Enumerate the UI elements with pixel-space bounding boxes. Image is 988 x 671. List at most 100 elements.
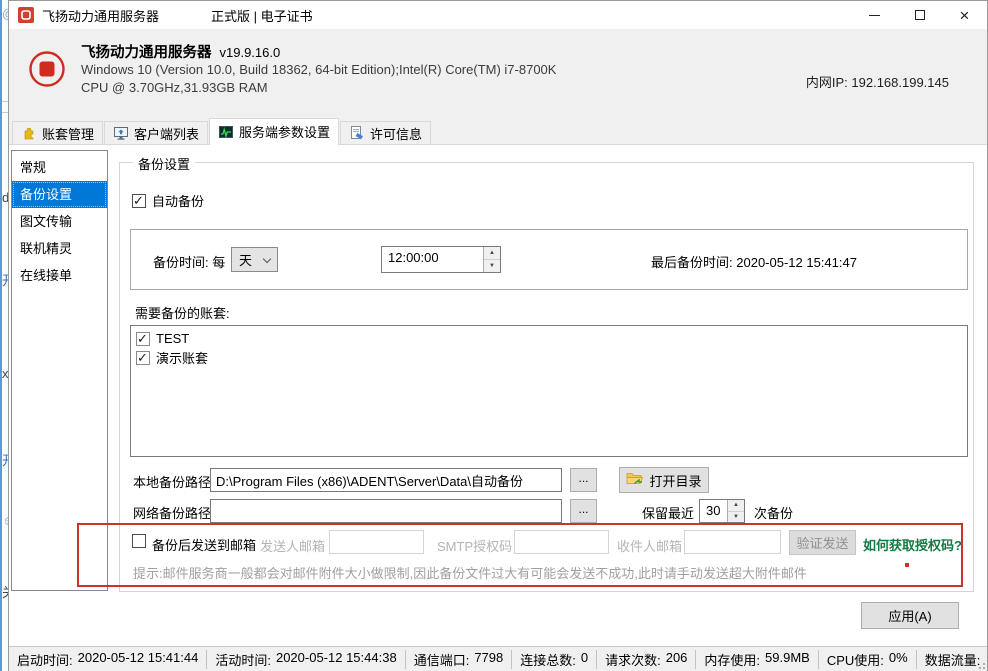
status-connections: 连接总数: 0 (512, 650, 597, 669)
local-path-label: 本地备份路径 (133, 472, 211, 491)
receiver-email-label: 收件人邮箱 (617, 536, 682, 555)
sidebar-item-online-orders[interactable]: 在线接单 (12, 262, 107, 289)
open-directory-button[interactable]: 打开目录 (619, 467, 709, 493)
maximize-button[interactable] (897, 1, 942, 29)
app-version: v19.9.16.0 (220, 45, 281, 60)
tab-label: 服务端参数设置 (239, 122, 330, 141)
sender-email-input[interactable] (329, 530, 424, 554)
keep-recent-label: 保留最近 (642, 503, 694, 522)
spin-down-icon[interactable]: ▼ (484, 260, 500, 272)
window-controls: × (852, 1, 987, 29)
title-bar: 飞扬动力通用服务器 正式版 | 电子证书 × (9, 1, 987, 29)
backup-time-label: 备份时间: 每 (153, 252, 225, 271)
last-backup-label: 最后备份时间: (651, 255, 733, 270)
last-backup-time: 最后备份时间: 2020-05-12 15:41:47 (651, 252, 857, 271)
accounts-to-backup-label: 需要备份的账套: (135, 303, 230, 322)
period-selected-value: 天 (239, 250, 252, 269)
backup-settings-group: 备份设置 自动备份 备份时间: 每 天 12:00:00 ▲ ▼ (119, 162, 974, 592)
tab-client-list[interactable]: 客户端列表 (104, 121, 208, 144)
send-email-label: 备份后发送到邮箱 (152, 535, 256, 554)
settings-category-list: 常规 备份设置 图文传输 联机精灵 在线接单 (11, 150, 108, 591)
spin-down-icon[interactable]: ▼ (728, 512, 744, 523)
status-active-time: 活动时间: 2020-05-12 15:44:38 (207, 650, 405, 669)
verify-send-button[interactable]: 验证发送 (789, 530, 856, 555)
auto-backup-row: 自动备份 (132, 191, 204, 210)
minimize-icon (869, 15, 880, 16)
status-value: ↑193.2 (985, 650, 987, 669)
sidebar-item-general[interactable]: 常规 (12, 154, 107, 181)
status-memory: 内存使用: 59.9MB (696, 650, 818, 669)
app-name: 飞扬动力通用服务器 (81, 45, 212, 61)
background-window-sliver: @ d 开 x 开 ☺ 关 (0, 0, 8, 671)
smtp-code-input[interactable] (514, 530, 609, 554)
status-label: 启动时间: (17, 650, 73, 669)
receiver-email-input[interactable] (684, 530, 781, 554)
keep-count-input[interactable]: 30 ▲ ▼ (699, 499, 745, 523)
tab-label: 账套管理 (42, 124, 94, 143)
group-title: 备份设置 (133, 154, 195, 173)
get-auth-code-link[interactable]: 如何获取授权码? (863, 535, 962, 554)
account-checkbox[interactable] (136, 351, 150, 365)
keep-count-value: 30 (700, 500, 727, 522)
tab-bar: 账套管理 客户端列表 服务端参数设置 许可信息 (12, 117, 432, 144)
minimize-button[interactable] (852, 1, 897, 29)
tab-label: 客户端列表 (134, 124, 199, 143)
close-icon: × (960, 7, 970, 24)
app-name-heading: 飞扬动力通用服务器 v19.9.16.0 (81, 41, 280, 62)
resize-grip[interactable] (983, 667, 985, 669)
folder-open-icon (626, 471, 644, 489)
backup-time-input[interactable]: 12:00:00 ▲ ▼ (381, 246, 501, 273)
tab-page-server-settings: 常规 备份设置 图文传输 联机精灵 在线接单 备份设置 自动备份 备份时间: 每… (9, 144, 987, 646)
tab-label: 许可信息 (370, 124, 422, 143)
apply-button[interactable]: 应用(A) (861, 602, 959, 629)
time-spinner: ▲ ▼ (483, 247, 500, 272)
tab-license-info[interactable]: 许可信息 (340, 121, 431, 144)
status-label: 活动时间: (215, 650, 271, 669)
status-label: 连接总数: (520, 650, 576, 669)
status-start-time: 启动时间: 2020-05-12 15:41:44 (9, 650, 207, 669)
status-value: 7798 (474, 650, 503, 669)
local-path-browse-button[interactable]: ... (570, 468, 597, 492)
account-checkbox[interactable] (136, 332, 150, 346)
system-info-line1: Windows 10 (Version 10.0, Build 18362, 6… (81, 62, 556, 77)
sidebar-item-online-wizard[interactable]: 联机精灵 (12, 235, 107, 262)
account-name: 演示账套 (156, 348, 208, 367)
status-label: 数据流量: (925, 650, 981, 669)
status-value: 2020-05-12 15:44:38 (276, 650, 397, 669)
tab-server-settings[interactable]: 服务端参数设置 (209, 118, 339, 145)
network-path-input[interactable] (210, 499, 562, 523)
system-info-line2: CPU @ 3.70GHz,31.93GB RAM (81, 80, 268, 95)
auto-backup-label: 自动备份 (152, 191, 204, 210)
status-label: 通信端口: (414, 650, 470, 669)
chart-icon (218, 124, 234, 140)
status-comm-port: 通信端口: 7798 (406, 650, 513, 669)
status-cpu: CPU使用: 0% (819, 650, 917, 669)
account-name: TEST (156, 331, 189, 346)
sidebar-item-backup[interactable]: 备份设置 (12, 181, 107, 208)
close-button[interactable]: × (942, 1, 987, 29)
spin-up-icon[interactable]: ▲ (728, 500, 744, 512)
status-value: 2020-05-12 15:41:44 (78, 650, 199, 669)
lan-ip-value: 192.168.199.145 (851, 75, 949, 90)
tab-account-management[interactable]: 账套管理 (12, 121, 103, 144)
spin-up-icon[interactable]: ▲ (484, 247, 500, 260)
status-value: 59.9MB (765, 650, 810, 669)
network-path-browse-button[interactable]: ... (570, 499, 597, 523)
send-email-checkbox[interactable] (132, 534, 146, 548)
keep-count-spinner: ▲ ▼ (727, 500, 744, 522)
local-path-row: 本地备份路径 ... 打开目录 (120, 466, 973, 494)
sidebar-item-image-transfer[interactable]: 图文传输 (12, 208, 107, 235)
auto-backup-checkbox[interactable] (132, 194, 146, 208)
email-hint-text: 提示:邮件服务商一般都会对邮件附件大小做限制,因此备份文件过大有可能会发送不成功… (133, 563, 807, 582)
app-logo-icon (18, 7, 34, 23)
account-item[interactable]: TEST (136, 329, 962, 348)
local-path-input[interactable] (210, 468, 562, 492)
status-requests: 请求次数: 206 (597, 650, 696, 669)
network-path-row: 网络备份路径 ... 保留最近 30 ▲ ▼ 次备份 (120, 497, 973, 525)
open-directory-label: 打开目录 (649, 471, 701, 490)
period-select[interactable]: 天 (231, 247, 278, 272)
edition-label: 正式版 | 电子证书 (211, 6, 313, 25)
account-item[interactable]: 演示账套 (136, 348, 962, 367)
keep-suffix-label: 次备份 (754, 503, 793, 522)
status-value: 0 (581, 650, 588, 669)
